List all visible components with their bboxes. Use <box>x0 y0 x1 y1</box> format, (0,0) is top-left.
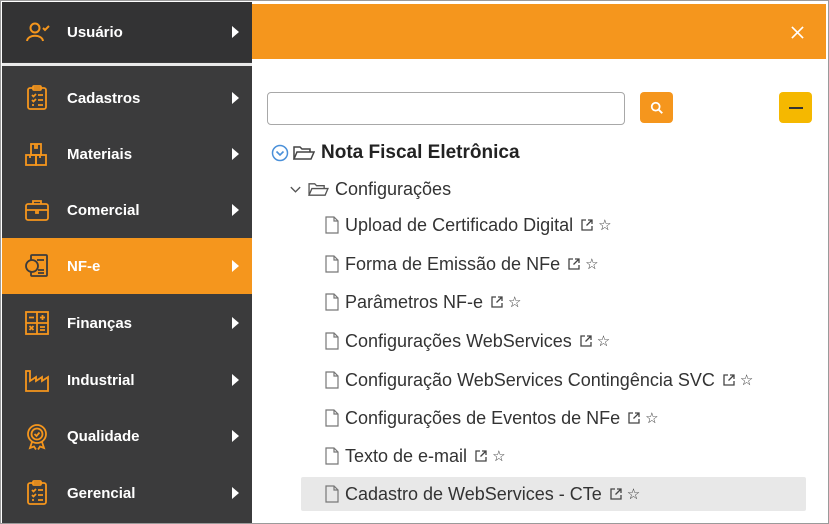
external-link-icon[interactable] <box>474 449 488 463</box>
clipboard-icon <box>22 478 52 508</box>
star-icon[interactable]: ☆ <box>597 333 610 349</box>
star-icon[interactable]: ☆ <box>508 294 521 310</box>
star-icon[interactable]: ☆ <box>645 410 658 426</box>
folder-open-icon <box>308 182 329 196</box>
clipboard-icon <box>22 83 52 113</box>
chevron-right-icon <box>232 92 239 104</box>
external-link-icon[interactable] <box>722 373 736 387</box>
tree-leaf-label: Cadastro de WebServices - CTe <box>345 483 602 504</box>
chevron-right-icon <box>232 260 239 272</box>
search-icon <box>650 101 663 114</box>
close-button[interactable] <box>784 18 810 44</box>
star-icon[interactable]: ☆ <box>492 448 505 464</box>
star-icon[interactable]: ☆ <box>585 256 598 272</box>
tree-leaf-label: Configurações WebServices <box>345 330 572 351</box>
sidebar-item-industrial[interactable]: Industrial <box>2 352 252 408</box>
sidebar-item-label: Industrial <box>67 371 135 389</box>
tree-leaf[interactable]: Configurações de Eventos de NFe ☆ <box>301 401 806 435</box>
star-icon[interactable]: ☆ <box>598 217 611 233</box>
tree-group-label: Configurações <box>335 178 452 199</box>
sidebar-item-financas[interactable]: Finanças <box>2 295 252 351</box>
boxes-icon <box>22 139 52 169</box>
tree-leaf-label: Upload de Certificado Digital <box>345 214 574 235</box>
panel-header <box>252 4 826 59</box>
document-icon <box>325 371 339 389</box>
search-button[interactable] <box>640 92 673 123</box>
sidebar-item-label: Gerencial <box>67 484 136 502</box>
tree-leaf[interactable]: Configuração WebServices Contingência SV… <box>301 363 806 397</box>
tree-leaf-label: Configurações de Eventos de NFe <box>345 407 621 428</box>
external-link-icon[interactable] <box>579 334 593 348</box>
tree-root-label: Nota Fiscal Eletrônica <box>321 142 520 163</box>
tree-leaf[interactable]: Configurações WebServices ☆ <box>301 324 806 358</box>
chevron-right-icon <box>232 26 239 38</box>
sidebar-item-gerencial[interactable]: Gerencial <box>2 465 252 521</box>
chevron-right-icon <box>232 317 239 329</box>
sidebar-item-label: Materiais <box>67 145 133 163</box>
sidebar-item-cadastros[interactable]: Cadastros <box>2 70 252 126</box>
star-icon[interactable]: ☆ <box>740 372 753 388</box>
sidebar-item-materiais[interactable]: Materiais <box>2 126 252 182</box>
sidebar-item-label: Qualidade <box>67 427 140 445</box>
external-link-icon[interactable] <box>627 411 641 425</box>
document-icon <box>325 447 339 465</box>
chevron-down-icon <box>290 186 301 193</box>
user-icon <box>22 17 52 47</box>
close-icon <box>790 26 804 39</box>
document-icon <box>325 216 339 234</box>
tree-root[interactable]: Nota Fiscal Eletrônica <box>271 141 520 165</box>
tree-leaf[interactable]: Forma de Emissão de NFe ☆ <box>301 247 806 281</box>
chevron-right-icon <box>232 374 239 386</box>
folder-open-icon <box>293 146 315 160</box>
external-link-icon[interactable] <box>567 257 581 271</box>
chevron-right-icon <box>232 204 239 216</box>
briefcase-icon <box>22 195 52 225</box>
sidebar-item-label: NF-e <box>67 257 101 275</box>
app-frame: Usuário Cadastros Materiais Comercial NF… <box>0 0 829 524</box>
tree-leaf-label: Texto de e-mail <box>345 445 468 466</box>
document-icon <box>325 293 339 311</box>
sidebar: Usuário Cadastros Materiais Comercial NF… <box>2 2 252 523</box>
tree-leaf[interactable]: Upload de Certificado Digital ☆ <box>301 208 806 242</box>
document-icon <box>325 255 339 273</box>
star-icon[interactable]: ☆ <box>627 486 640 502</box>
sidebar-separator <box>2 63 252 66</box>
calculator-icon <box>22 308 52 338</box>
external-link-icon[interactable] <box>609 487 623 501</box>
document-icon <box>325 485 339 503</box>
sidebar-item-label: Comercial <box>67 201 140 219</box>
document-icon <box>325 409 339 427</box>
sidebar-item-qualidade[interactable]: Qualidade <box>2 408 252 464</box>
factory-icon <box>22 365 52 395</box>
minus-icon <box>788 106 803 109</box>
chevron-right-icon <box>232 148 239 160</box>
invoice-icon <box>22 251 52 281</box>
tree-leaf-label: Parâmetros NF-e <box>345 291 484 312</box>
chevron-right-icon <box>232 430 239 442</box>
sidebar-item-nfe[interactable]: NF-e <box>2 238 252 294</box>
chevron-circle-down-icon <box>271 144 289 162</box>
search-input[interactable] <box>267 92 625 125</box>
tree-leaf-label: Configuração WebServices Contingência SV… <box>345 369 715 390</box>
external-link-icon[interactable] <box>580 218 594 232</box>
sidebar-item-comercial[interactable]: Comercial <box>2 182 252 238</box>
collapse-all-button[interactable] <box>779 92 812 123</box>
tree-leaf[interactable]: Cadastro de WebServices - CTe ☆ <box>301 477 806 511</box>
badge-icon <box>22 421 52 451</box>
sidebar-item-user[interactable]: Usuário <box>2 2 252 62</box>
tree-leaf[interactable]: Texto de e-mail ☆ <box>301 439 806 473</box>
chevron-right-icon <box>232 487 239 499</box>
sidebar-item-label: Usuário <box>67 23 123 41</box>
tree-group[interactable]: Configurações <box>289 177 451 201</box>
tree-leaf-label: Forma de Emissão de NFe <box>345 253 561 274</box>
sidebar-item-label: Finanças <box>67 314 133 332</box>
sidebar-item-label: Cadastros <box>67 89 141 107</box>
tree-leaf[interactable]: Parâmetros NF-e ☆ <box>301 285 806 319</box>
document-icon <box>325 332 339 350</box>
external-link-icon[interactable] <box>490 295 504 309</box>
